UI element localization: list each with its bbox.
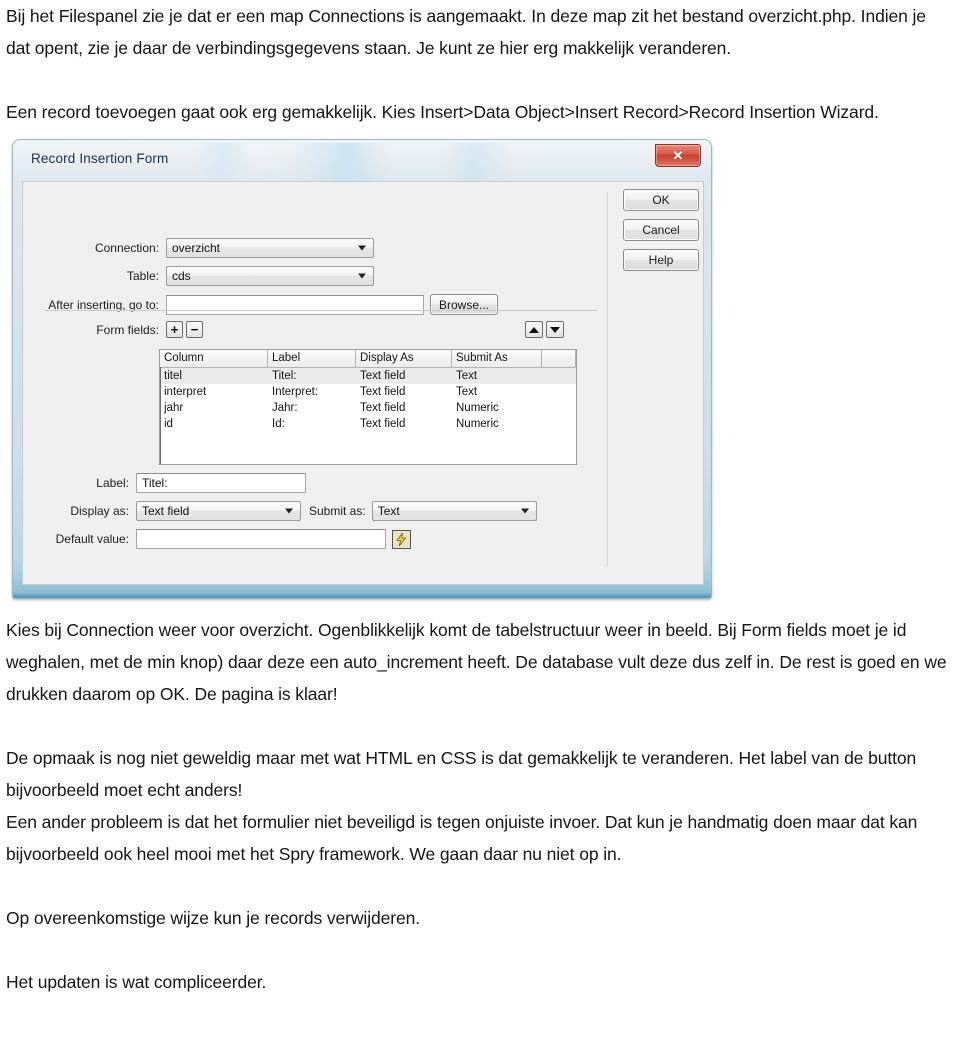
browse-button[interactable]: Browse... [430, 294, 498, 315]
submit-as-value: Text [377, 504, 400, 518]
default-value-label: Default value: [55, 532, 129, 546]
form-fields-row: Form fields: + − [23, 321, 583, 338]
paragraph-kies-connection: Kies bij Connection weer voor overzicht.… [6, 620, 947, 704]
grid-header-column: Column [160, 350, 268, 367]
dialog-window: Record Insertion Form ✕ OK Cancel Help C… [12, 139, 712, 599]
default-value-input[interactable] [136, 529, 386, 549]
table-row[interactable]: interpret Interpret: Text field Text [160, 384, 576, 400]
label-field-value: Titel: [142, 476, 168, 490]
section-divider [45, 310, 597, 311]
paragraph-record-toevoegen: Een record toevoegen gaat ook erg gemakk… [6, 102, 879, 122]
close-icon[interactable]: ✕ [655, 144, 701, 167]
cell-display-as: Text field [360, 386, 406, 398]
label-field-label: Label: [96, 476, 129, 490]
cell-extra [542, 368, 576, 384]
cell-display-as: Text field [360, 402, 406, 414]
table-row-field: Table: cds [23, 266, 583, 286]
cell-extra [542, 416, 576, 432]
dialog-content-pane: OK Cancel Help Connection: overzicht Tab… [22, 181, 704, 585]
text-after-screenshot: Kies bij Connection weer voor overzicht.… [6, 614, 954, 998]
chevron-down-icon [358, 273, 366, 279]
label-field-input[interactable]: Titel: [136, 473, 306, 493]
display-as-label: Display as: [70, 504, 129, 518]
display-as-value: Text field [142, 504, 190, 518]
table-label: Table: [126, 269, 159, 283]
document-body: Bij het Filespanel zie je dat er een map… [0, 0, 960, 998]
cell-extra [542, 400, 576, 416]
remove-field-button[interactable]: − [186, 321, 203, 338]
cell-label: Interpret: [272, 386, 319, 398]
help-button[interactable]: Help [623, 249, 699, 271]
paragraph-opmaak: De opmaak is nog niet geweldig maar met … [6, 748, 917, 800]
paragraph-verwijderen: Op overeenkomstige wijze kun je records … [6, 908, 421, 928]
move-down-button[interactable] [546, 321, 564, 338]
record-insertion-form-screenshot: Record Insertion Form ✕ OK Cancel Help C… [12, 139, 712, 599]
dialog-title: Record Insertion Form [31, 151, 169, 166]
form-fields-label: Form fields: [96, 322, 159, 337]
add-field-button[interactable]: + [166, 321, 183, 338]
cell-submit-as: Numeric [456, 402, 499, 414]
connection-select[interactable]: overzicht [166, 238, 374, 258]
table-value: cds [172, 269, 191, 283]
cell-submit-as: Text [456, 386, 478, 398]
cell-column: interpret [164, 386, 207, 398]
triangle-up-icon [529, 326, 539, 333]
submit-as-label: Submit as: [309, 504, 366, 518]
cell-column: jahr [164, 402, 184, 414]
lightning-bolt-icon[interactable] [392, 529, 411, 549]
display-as-select[interactable]: Text field [136, 501, 301, 521]
grid-left-rule [160, 367, 161, 464]
paragraph-intro: Bij het Filespanel zie je dat er een map… [6, 6, 926, 58]
grid-header-label: Label [268, 350, 356, 367]
chevron-down-icon [520, 508, 529, 514]
dialog-button-column: OK Cancel Help [623, 189, 699, 279]
cell-extra [542, 384, 576, 400]
cell-label: Titel: [272, 370, 297, 382]
vertical-divider [607, 192, 608, 567]
display-submit-row: Display as: Text field Submit as: Text [23, 501, 583, 521]
table-row[interactable]: jahr Jahr: Text field Numeric [160, 400, 576, 416]
connection-value: overzicht [172, 241, 221, 255]
chevron-down-icon [358, 245, 366, 251]
triangle-down-icon [550, 326, 560, 333]
cell-column: id [164, 418, 173, 430]
cell-submit-as: Text [456, 370, 478, 382]
move-up-button[interactable] [525, 321, 543, 338]
table-row[interactable]: titel Titel: Text field Text [160, 368, 576, 384]
cell-submit-as: Numeric [456, 418, 499, 430]
table-select[interactable]: cds [166, 266, 374, 286]
grid-header-submit-as: Submit As [452, 350, 542, 367]
cell-display-as: Text field [360, 418, 406, 430]
submit-as-select[interactable]: Text [371, 501, 537, 521]
grid-header-row: Column Label Display As Submit As [160, 350, 576, 368]
lightning-bolt-glyph [396, 532, 407, 546]
form-fields-grid[interactable]: Column Label Display As Submit As titel … [159, 349, 577, 465]
ok-button[interactable]: OK [623, 189, 699, 211]
paragraph-beveiliging: Een ander probleem is dat het formulier … [6, 812, 918, 864]
connection-label: Connection: [94, 241, 159, 255]
grid-header-extra [542, 350, 576, 367]
cancel-button[interactable]: Cancel [623, 219, 699, 241]
cell-label: Jahr: [272, 402, 298, 414]
label-field-row: Label: Titel: [23, 473, 583, 493]
cell-label: Id: [272, 418, 285, 430]
default-value-row: Default value: [23, 529, 583, 549]
chevron-down-icon [285, 508, 293, 514]
paragraph-updaten: Het updaten is wat compliceerder. [6, 972, 267, 992]
after-inserting-input[interactable] [166, 294, 424, 315]
grid-header-display-as: Display As [356, 350, 452, 367]
table-row[interactable]: id Id: Text field Numeric [160, 416, 576, 432]
connection-row: Connection: overzicht [23, 238, 583, 258]
after-inserting-row: After inserting, go to: Browse... [23, 294, 583, 315]
cell-display-as: Text field [360, 370, 406, 382]
cell-column: titel [164, 370, 182, 382]
